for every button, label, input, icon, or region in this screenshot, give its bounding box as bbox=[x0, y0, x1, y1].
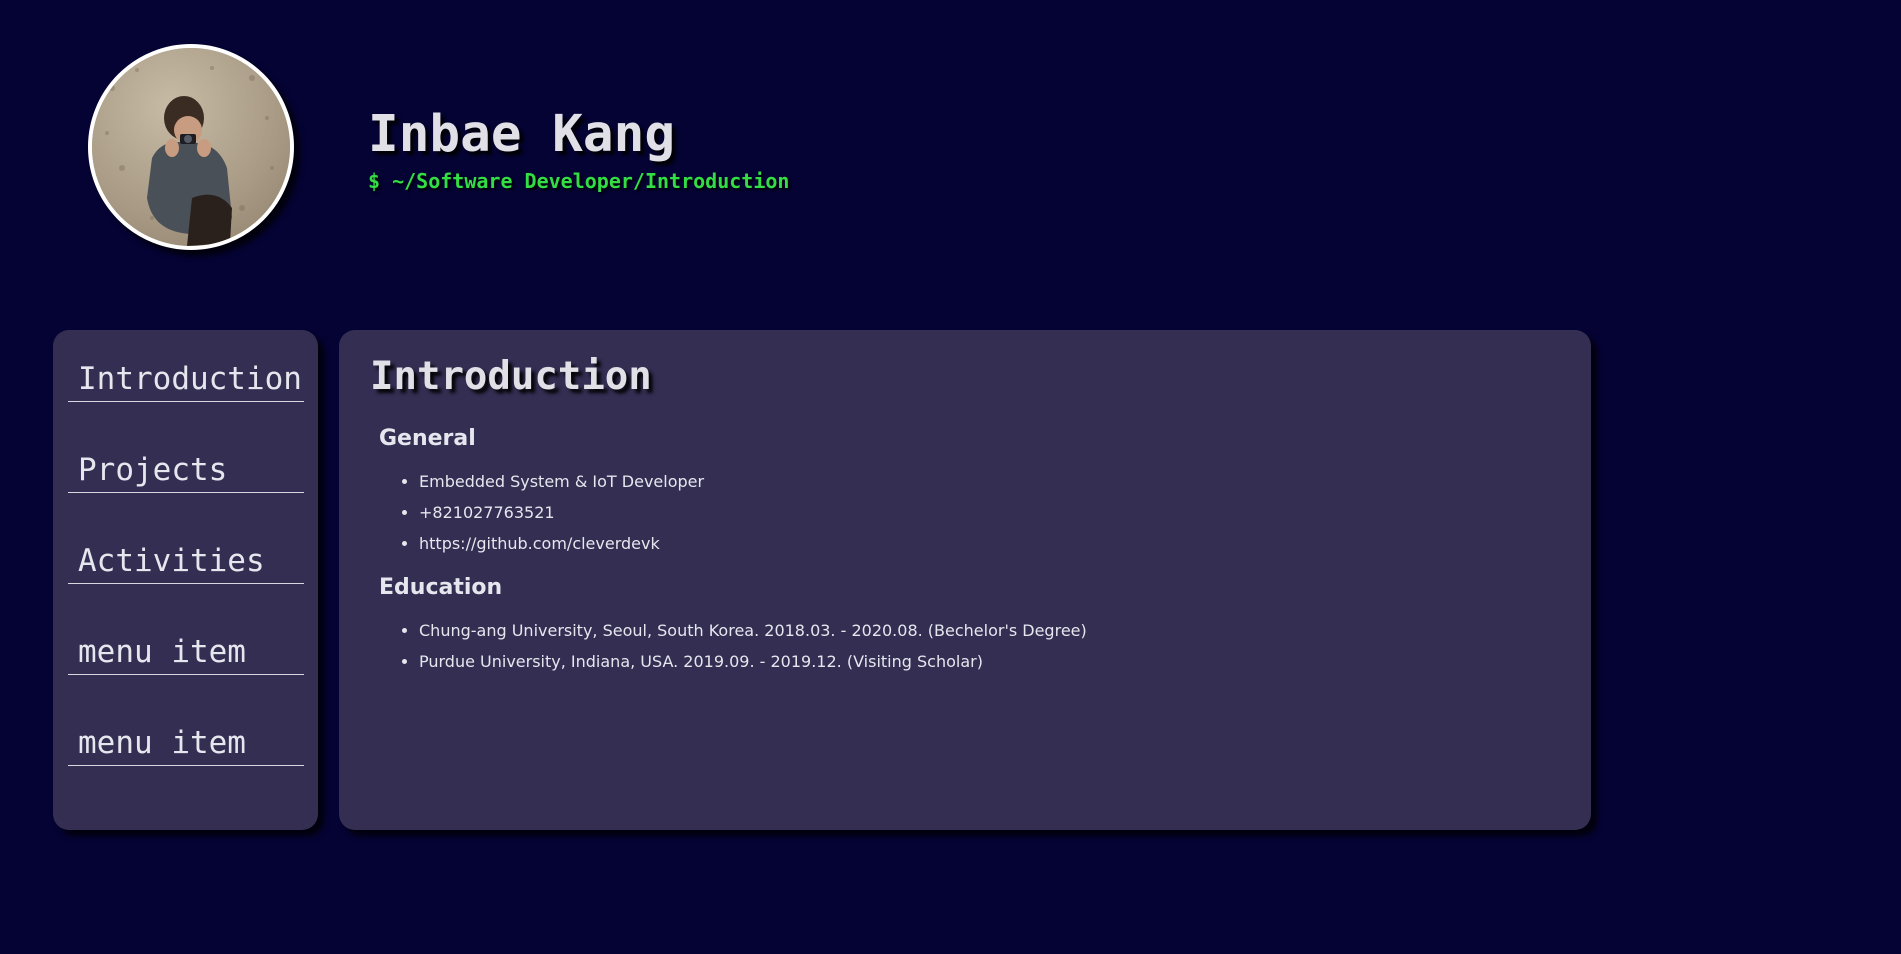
profile-subtitle: $ ~/Software Developer/Introduction bbox=[368, 169, 790, 193]
sidebar-item-activities[interactable]: Activities bbox=[68, 538, 304, 584]
list-item: Purdue University, Indiana, USA. 2019.09… bbox=[419, 646, 1561, 677]
sidebar-item-menu-item-1[interactable]: menu item bbox=[68, 629, 304, 675]
profile-avatar bbox=[88, 44, 294, 250]
section-heading-education: Education bbox=[379, 575, 503, 600]
section-heading-general: General bbox=[379, 426, 476, 451]
education-list: Chung-ang University, Seoul, South Korea… bbox=[369, 615, 1561, 677]
sidebar-item-menu-item-2[interactable]: menu item bbox=[68, 720, 304, 766]
page-title: Introduction bbox=[370, 354, 652, 399]
header: Inbae Kang $ ~/Software Developer/Introd… bbox=[368, 102, 789, 194]
profile-photo bbox=[92, 48, 290, 246]
content-card: Introduction General Embedded System & I… bbox=[339, 330, 1591, 830]
profile-name: Inbae Kang bbox=[368, 105, 676, 164]
list-item: Embedded System & IoT Developer bbox=[419, 466, 1561, 497]
list-item: https://github.com/cleverdevk bbox=[419, 528, 1561, 559]
sidebar-item-introduction[interactable]: Introduction bbox=[68, 356, 304, 402]
list-item: Chung-ang University, Seoul, South Korea… bbox=[419, 615, 1561, 646]
general-list: Embedded System & IoT Developer +8210277… bbox=[369, 466, 1561, 559]
sidebar-item-projects[interactable]: Projects bbox=[68, 447, 304, 493]
sidebar-nav: Introduction Projects Activities menu it… bbox=[53, 330, 318, 830]
list-item: +821027763521 bbox=[419, 497, 1561, 528]
